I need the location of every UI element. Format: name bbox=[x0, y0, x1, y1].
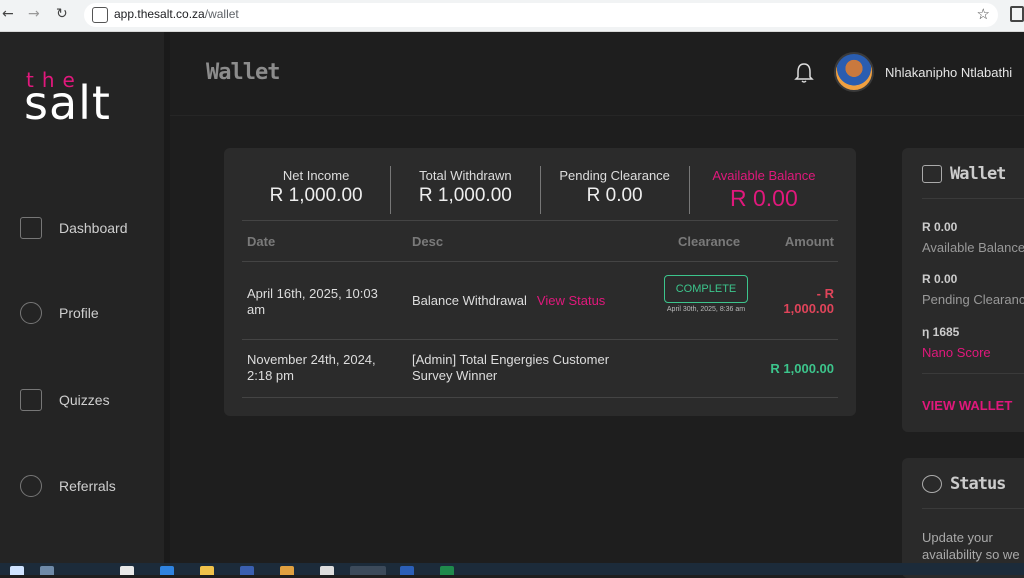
stat-label: Available Balance bbox=[712, 168, 816, 183]
status-text-2: availability so we bbox=[922, 547, 1020, 562]
nano-amount: η 1685 bbox=[922, 325, 960, 339]
sidebar: the salt Dashboard Profile Quizzes Refer… bbox=[0, 32, 170, 563]
url-text: app.thesalt.co.za/wallet bbox=[114, 7, 239, 21]
row-amount: R 1,000.00 bbox=[770, 361, 834, 376]
sidebar-item-label: Referrals bbox=[59, 478, 116, 494]
stat-label: Pending Clearance bbox=[559, 168, 670, 183]
available-amount: R 0.00 bbox=[922, 220, 958, 234]
top-bar: Wallet Nhlakanipho Ntlabathi bbox=[170, 32, 1024, 116]
page-title: Wallet bbox=[206, 60, 280, 85]
wallet-card-header: Wallet bbox=[922, 164, 1006, 184]
sidebar-item-dashboard[interactable]: Dashboard bbox=[20, 215, 128, 241]
sidebar-item-label: Quizzes bbox=[59, 392, 110, 408]
stat-value: R 1,000.00 bbox=[418, 185, 512, 206]
table-row: April 16th, 2025, 10:03 am Balance Withd… bbox=[242, 262, 838, 340]
row-date: April 16th, 2025, 10:03 am bbox=[247, 286, 378, 317]
wallet-card-title: Wallet bbox=[950, 164, 1006, 184]
status-badge: COMPLETE bbox=[664, 275, 748, 303]
column-header-date: Date bbox=[247, 234, 276, 249]
browser-toolbar: ← → ↻ app.thesalt.co.za/wallet ☆ bbox=[0, 0, 1024, 32]
stat-label: Total Withdrawn bbox=[419, 168, 512, 183]
sidebar-item-quizzes[interactable]: Quizzes bbox=[20, 387, 110, 413]
stat-available-balance: Available Balance R 0.00 bbox=[690, 166, 838, 214]
badge-date: April 30th, 2025, 8:36 am bbox=[666, 306, 746, 313]
word-icon[interactable] bbox=[400, 566, 414, 575]
row-amount-value: 1,000.00 bbox=[783, 301, 834, 316]
stat-net-income: Net Income R 1,000.00 bbox=[242, 166, 392, 214]
app-icon[interactable] bbox=[240, 566, 254, 575]
quiz-icon bbox=[20, 389, 42, 411]
user-check-icon bbox=[922, 475, 942, 493]
dashboard-icon bbox=[20, 217, 42, 239]
column-header-desc: Desc bbox=[412, 234, 444, 249]
chrome-icon[interactable] bbox=[350, 566, 386, 575]
avatar[interactable] bbox=[834, 52, 874, 92]
store-icon[interactable] bbox=[120, 566, 134, 575]
row-desc-text: Balance Withdrawal bbox=[412, 293, 527, 308]
back-icon[interactable]: ← bbox=[2, 6, 14, 22]
wallet-icon bbox=[922, 165, 942, 183]
table-row: November 24th, 2024, 2:18 pm [Admin] Tot… bbox=[242, 340, 838, 398]
url-host: app.thesalt.co.za bbox=[114, 7, 205, 21]
search-icon[interactable] bbox=[40, 566, 54, 575]
sidebar-item-label: Profile bbox=[59, 305, 99, 321]
divider bbox=[922, 198, 1024, 199]
edge-icon[interactable] bbox=[160, 566, 174, 575]
row-amount-sign: - R bbox=[816, 286, 834, 301]
row-desc: [Admin] Total Engergies Customer Survey … bbox=[412, 352, 610, 383]
user-icon bbox=[20, 302, 42, 324]
stat-label: Net Income bbox=[282, 168, 350, 183]
logo-salt[interactable]: salt bbox=[24, 76, 111, 130]
column-header-amount: Amount bbox=[784, 234, 834, 249]
row-date: November 24th, 2024, 2:18 pm bbox=[247, 352, 376, 383]
stats-row: Net Income R 1,000.00 Total Withdrawn R … bbox=[242, 162, 838, 218]
nano-label: Nano Score bbox=[922, 345, 991, 360]
pending-label: Pending Clearance bbox=[922, 292, 1024, 307]
stat-value: R 0.00 bbox=[729, 185, 798, 211]
folder-icon[interactable] bbox=[200, 566, 214, 575]
stat-value: R 0.00 bbox=[586, 185, 643, 206]
bookmark-star-icon[interactable]: ☆ bbox=[977, 5, 990, 23]
site-info-icon[interactable] bbox=[92, 7, 108, 23]
row-desc: Balance Withdrawal View Status bbox=[412, 293, 605, 309]
status-card-title: Status bbox=[950, 474, 1006, 494]
column-header-clearance: Clearance bbox=[678, 234, 741, 249]
main-content: Wallet Nhlakanipho Ntlabathi Net Income … bbox=[170, 32, 1024, 578]
status-card: Status Update your availability so we bbox=[902, 458, 1024, 578]
divider bbox=[922, 373, 1024, 374]
excel-icon[interactable] bbox=[440, 566, 454, 575]
sidebar-panel: the salt Dashboard Profile Quizzes Refer… bbox=[0, 32, 164, 563]
status-text-1: Update your bbox=[922, 530, 993, 545]
sidebar-item-referrals[interactable]: Referrals bbox=[20, 473, 116, 499]
bell-icon[interactable] bbox=[794, 62, 814, 84]
app-icon[interactable] bbox=[320, 566, 334, 575]
reload-icon[interactable]: ↻ bbox=[56, 6, 68, 22]
row-amount: - R 1,000.00 bbox=[783, 286, 834, 316]
username[interactable]: Nhlakanipho Ntlabathi bbox=[885, 65, 1012, 80]
os-taskbar bbox=[0, 563, 1024, 575]
view-wallet-link[interactable]: VIEW WALLET bbox=[922, 398, 1012, 413]
stat-pending-clearance: Pending Clearance R 0.00 bbox=[541, 166, 690, 214]
app-icon[interactable] bbox=[280, 566, 294, 575]
sidebar-item-profile[interactable]: Profile bbox=[20, 300, 99, 326]
stat-total-withdrawn: Total Withdrawn R 1,000.00 bbox=[391, 166, 541, 214]
url-path: /wallet bbox=[204, 7, 239, 21]
start-icon[interactable] bbox=[10, 566, 24, 575]
pending-amount: R 0.00 bbox=[922, 272, 958, 286]
table-header: Date Desc Clearance Amount bbox=[242, 220, 838, 262]
view-status-link[interactable]: View Status bbox=[537, 293, 605, 308]
divider bbox=[922, 508, 1024, 509]
available-label: Available Balance bbox=[922, 240, 1024, 255]
stat-value: R 1,000.00 bbox=[269, 185, 363, 206]
referrals-icon bbox=[20, 475, 42, 497]
forward-icon[interactable]: → bbox=[28, 6, 40, 22]
sidebar-item-label: Dashboard bbox=[59, 220, 128, 236]
wallet-side-card: Wallet R 0.00 Available Balance R 0.00 P… bbox=[902, 148, 1024, 432]
status-card-header: Status bbox=[922, 474, 1006, 494]
extensions-icon[interactable] bbox=[1010, 6, 1024, 22]
address-bar[interactable]: app.thesalt.co.za/wallet ☆ bbox=[84, 3, 998, 27]
wallet-summary-card: Net Income R 1,000.00 Total Withdrawn R … bbox=[224, 148, 856, 416]
transactions-table: Date Desc Clearance Amount April 16th, 2… bbox=[242, 220, 838, 398]
